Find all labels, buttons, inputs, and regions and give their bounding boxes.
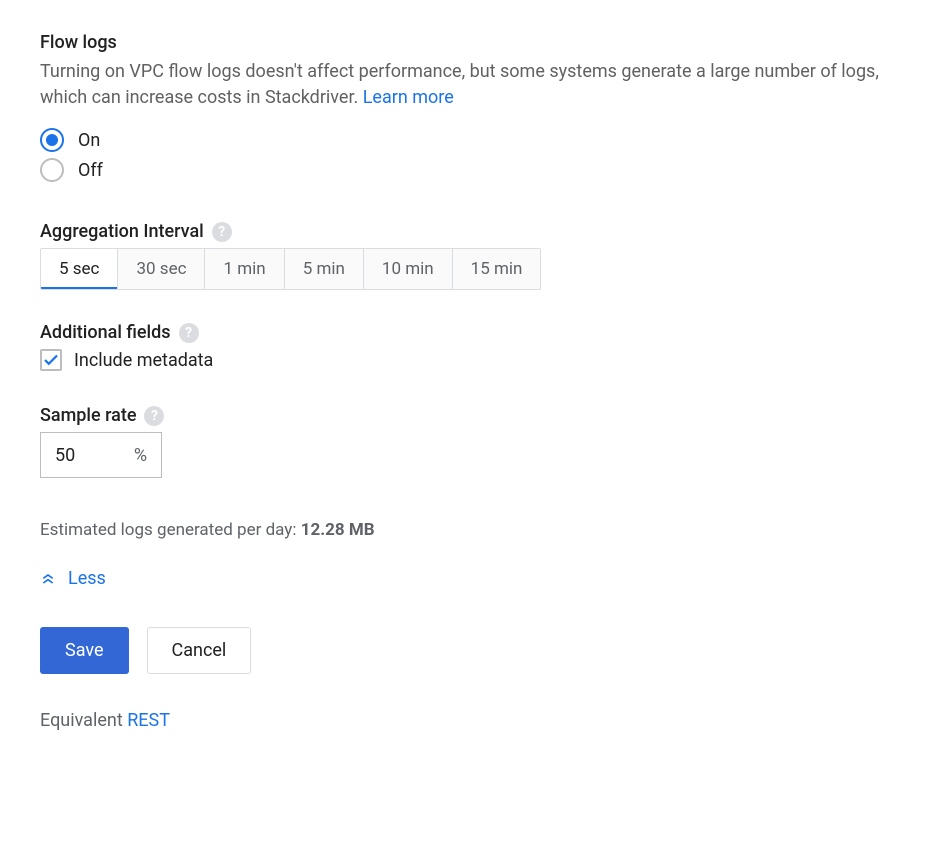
- seg-5sec[interactable]: 5 sec: [41, 249, 118, 289]
- sample-rate-label: Sample rate: [40, 405, 136, 426]
- estimate-prefix: Estimated logs generated per day:: [40, 520, 301, 540]
- description-text: Turning on VPC flow logs doesn't affect …: [40, 61, 879, 108]
- rest-link[interactable]: REST: [127, 710, 170, 731]
- include-metadata-checkbox[interactable]: Include metadata: [40, 349, 908, 371]
- equivalent-row: Equivalent REST: [40, 710, 908, 731]
- seg-5min[interactable]: 5 min: [285, 249, 364, 289]
- radio-label-on: On: [78, 130, 100, 151]
- section-description: Turning on VPC flow logs doesn't affect …: [40, 59, 908, 111]
- seg-10min[interactable]: 10 min: [364, 249, 453, 289]
- sample-rate-input[interactable]: 50 %: [40, 432, 162, 478]
- agg-interval-label-row: Aggregation Interval ?: [40, 221, 908, 242]
- agg-interval-segmented: 5 sec 30 sec 1 min 5 min 10 min 15 min: [40, 248, 541, 290]
- learn-more-link[interactable]: Learn more: [363, 87, 454, 108]
- checkbox-label: Include metadata: [74, 350, 213, 371]
- equivalent-prefix: Equivalent: [40, 710, 127, 731]
- additional-fields-label: Additional fields: [40, 322, 171, 343]
- additional-fields-label-row: Additional fields ?: [40, 322, 908, 343]
- radio-off[interactable]: Off: [40, 155, 908, 185]
- save-button[interactable]: Save: [40, 627, 129, 674]
- radio-icon: [40, 128, 64, 152]
- seg-15min[interactable]: 15 min: [453, 249, 541, 289]
- seg-30sec[interactable]: 30 sec: [118, 249, 205, 289]
- help-icon[interactable]: ?: [144, 406, 164, 426]
- seg-1min[interactable]: 1 min: [205, 249, 284, 289]
- flow-logs-section: Flow logs Turning on VPC flow logs doesn…: [40, 32, 908, 731]
- estimate-text: Estimated logs generated per day: 12.28 …: [40, 520, 908, 540]
- less-label: Less: [68, 568, 106, 589]
- cancel-button[interactable]: Cancel: [147, 627, 252, 674]
- help-icon[interactable]: ?: [179, 323, 199, 343]
- radio-icon: [40, 158, 64, 182]
- radio-on[interactable]: On: [40, 125, 908, 155]
- help-icon[interactable]: ?: [212, 222, 232, 242]
- sample-rate-value: 50: [55, 445, 134, 466]
- flow-logs-radio-group: On Off: [40, 125, 908, 185]
- radio-label-off: Off: [78, 160, 103, 181]
- sample-rate-suffix: %: [134, 445, 147, 466]
- agg-interval-label: Aggregation Interval: [40, 221, 204, 242]
- sample-rate-label-row: Sample rate ?: [40, 405, 908, 426]
- section-title: Flow logs: [40, 32, 908, 53]
- chevron-up-icon: [40, 571, 56, 587]
- estimate-value: 12.28 MB: [301, 520, 375, 540]
- action-buttons: Save Cancel: [40, 627, 908, 674]
- checkbox-icon: [40, 349, 62, 371]
- less-toggle[interactable]: Less: [40, 568, 908, 589]
